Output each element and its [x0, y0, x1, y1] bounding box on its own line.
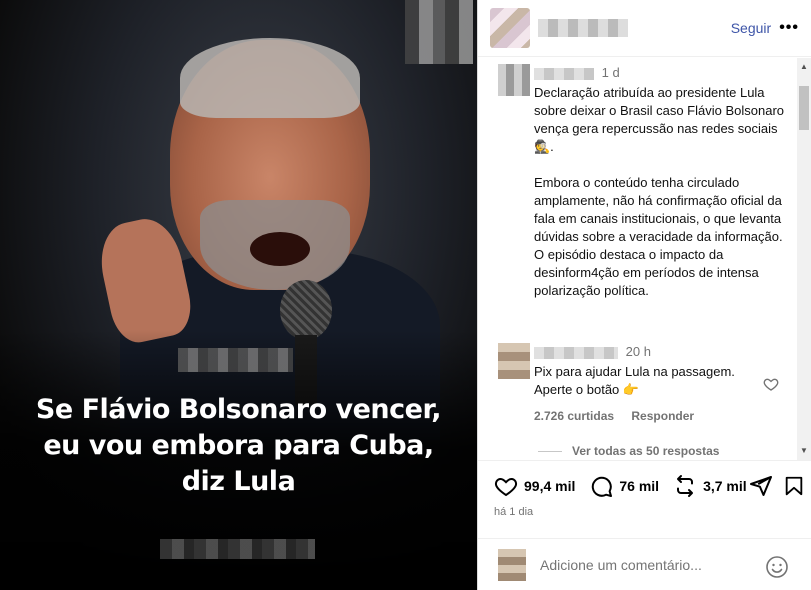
post-media[interactable]: Se Flávio Bolsonaro vencer, eu vou embor… [0, 0, 477, 590]
comment-body: 20 h Pix para ajudar Lula na passagem. A… [534, 343, 774, 425]
bookmark-icon[interactable] [783, 475, 805, 497]
post-actions-bar: 99,4 mil 76 mil 3,7 mil [478, 460, 811, 510]
current-user-avatar [498, 548, 526, 581]
like-action[interactable]: 99,4 mil [494, 474, 575, 498]
comment-time: 20 h [625, 344, 651, 359]
repost-count: 3,7 mil [703, 477, 747, 494]
caption: 1 d Declaração atribuída ao presidente L… [498, 64, 784, 300]
instagram-post-view: Se Flávio Bolsonaro vencer, eu vou embor… [0, 0, 811, 590]
post-header: Seguir ••• [478, 0, 811, 57]
actions-right [749, 474, 805, 498]
comment-count: 76 mil [619, 477, 660, 494]
photo-hair [180, 38, 360, 118]
comment-avatar[interactable] [498, 343, 530, 379]
pixelated-source [160, 539, 315, 559]
caption-body: 1 d Declaração atribuída ao presidente L… [534, 64, 784, 300]
caption-text: Declaração atribuída ao presidente Lula … [534, 85, 785, 298]
post-headline: Se Flávio Bolsonaro vencer, eu vou embor… [10, 392, 467, 500]
scroll-up-arrow-icon[interactable]: ▲ [799, 62, 809, 72]
repost-icon [677, 474, 694, 497]
post-side-panel: Seguir ••• 1 d Declaração atribuída ao p… [477, 0, 811, 590]
scrollbar-thumb[interactable] [799, 86, 809, 130]
caption-username[interactable] [534, 67, 594, 80]
view-replies-button[interactable]: Ver todas as 50 respostas [538, 444, 719, 458]
caption-time: 1 d [601, 65, 620, 80]
heart-icon [494, 477, 518, 496]
comment-meta: 2.726 curtidas Responder [534, 407, 774, 425]
comment-likes[interactable]: 2.726 curtidas [534, 409, 614, 423]
author-avatar[interactable] [490, 8, 530, 48]
repost-action[interactable]: 3,7 mil [673, 474, 747, 498]
pixelated-watermark [178, 348, 293, 372]
pixelated-logo [405, 0, 473, 64]
follow-button[interactable]: Seguir [731, 20, 771, 36]
comment-action[interactable]: 76 mil [589, 474, 659, 498]
headline-line: Se Flávio Bolsonaro vencer, [35, 394, 442, 425]
comment-heart-icon[interactable] [763, 376, 779, 392]
headline-line: diz Lula [181, 466, 296, 497]
scroll-down-arrow-icon[interactable]: ▼ [799, 446, 809, 456]
comment-bubble-icon [592, 476, 613, 497]
emoji-icon[interactable] [765, 555, 789, 579]
more-options-icon[interactable]: ••• [779, 19, 799, 37]
author-username[interactable] [538, 19, 628, 37]
headline-line: eu vou embora para Cuba, [43, 430, 434, 461]
caption-avatar[interactable] [498, 64, 530, 96]
comment-text: Pix para ajudar Lula na passagem. Aperte… [534, 364, 735, 397]
comments-list[interactable]: 1 d Declaração atribuída ao presidente L… [478, 58, 811, 460]
photo-mouth [250, 232, 310, 266]
replies-divider [538, 450, 562, 452]
share-send-icon[interactable] [749, 474, 773, 498]
comment-input[interactable] [540, 556, 760, 573]
post-date: há 1 dia [494, 506, 534, 518]
view-replies-label: Ver todas as 50 respostas [572, 444, 720, 458]
comment-username[interactable] [534, 346, 618, 359]
add-comment-bar [478, 538, 811, 590]
like-count: 99,4 mil [524, 477, 576, 494]
comment-item: 20 h Pix para ajudar Lula na passagem. A… [498, 343, 774, 425]
reply-button[interactable]: Responder [631, 409, 694, 423]
